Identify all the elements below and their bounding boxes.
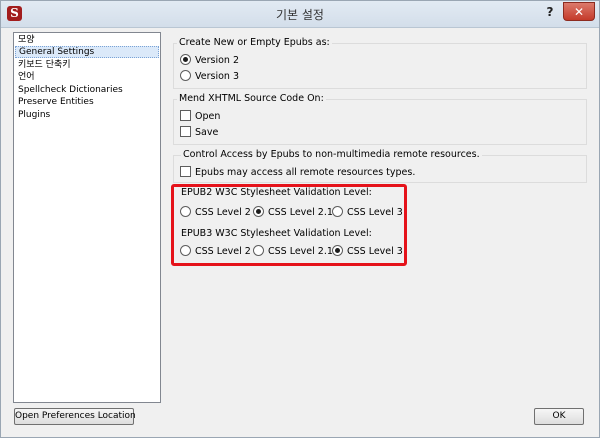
mend-on-save-checkbox[interactable]: Save <box>180 126 218 139</box>
mend-xhtml-label: Mend XHTML Source Code On: <box>177 93 326 104</box>
mend-on-open-checkbox[interactable]: Open <box>180 110 220 123</box>
radio-checked-icon <box>180 54 191 65</box>
close-button[interactable]: ✕ <box>563 2 595 21</box>
version-3-radio[interactable]: Version 3 <box>180 70 239 83</box>
category-item-keyboard-shortcuts[interactable]: 키보드 단축키 <box>15 59 159 71</box>
help-button[interactable]: ? <box>541 3 559 21</box>
checkbox-icon <box>180 166 191 177</box>
category-list[interactable]: 모양 General Settings 키보드 단축키 언어 Spellchec… <box>13 32 161 403</box>
category-item-general-settings[interactable]: General Settings <box>15 46 159 58</box>
category-item-plugins[interactable]: Plugins <box>15 109 159 121</box>
category-item-appearance[interactable]: 모양 <box>15 34 159 46</box>
checkbox-icon <box>180 126 191 137</box>
remote-resources-label: Control Access by Epubs to non-multimedi… <box>181 149 482 160</box>
mend-save-label: Save <box>195 127 219 138</box>
new-epub-version-label: Create New or Empty Epubs as: <box>177 37 332 48</box>
remote-access-label: Epubs may access all remote resources ty… <box>195 167 416 178</box>
version-3-label: Version 3 <box>195 71 239 82</box>
mend-xhtml-group <box>173 99 587 145</box>
category-item-spellcheck-dictionaries[interactable]: Spellcheck Dictionaries <box>15 84 159 96</box>
version-2-radio[interactable]: Version 2 <box>180 54 239 67</box>
preferences-dialog: S 기본 설정 ? ✕ 모양 General Settings 키보드 단축키 … <box>0 0 600 438</box>
category-item-preserve-entities[interactable]: Preserve Entities <box>15 96 159 108</box>
ok-button[interactable]: OK <box>534 408 584 425</box>
title-bar[interactable]: S 기본 설정 ? ✕ <box>1 1 599 28</box>
window-title: 기본 설정 <box>276 8 324 22</box>
remote-access-checkbox[interactable]: Epubs may access all remote resources ty… <box>180 166 415 179</box>
category-item-language[interactable]: 언어 <box>15 71 159 83</box>
mend-open-label: Open <box>195 111 221 122</box>
radio-unchecked-icon <box>180 70 191 81</box>
red-highlight-box <box>171 184 407 266</box>
checkbox-icon <box>180 110 191 121</box>
open-preferences-location-button[interactable]: Open Preferences Location <box>14 408 136 425</box>
version-2-label: Version 2 <box>195 55 239 66</box>
